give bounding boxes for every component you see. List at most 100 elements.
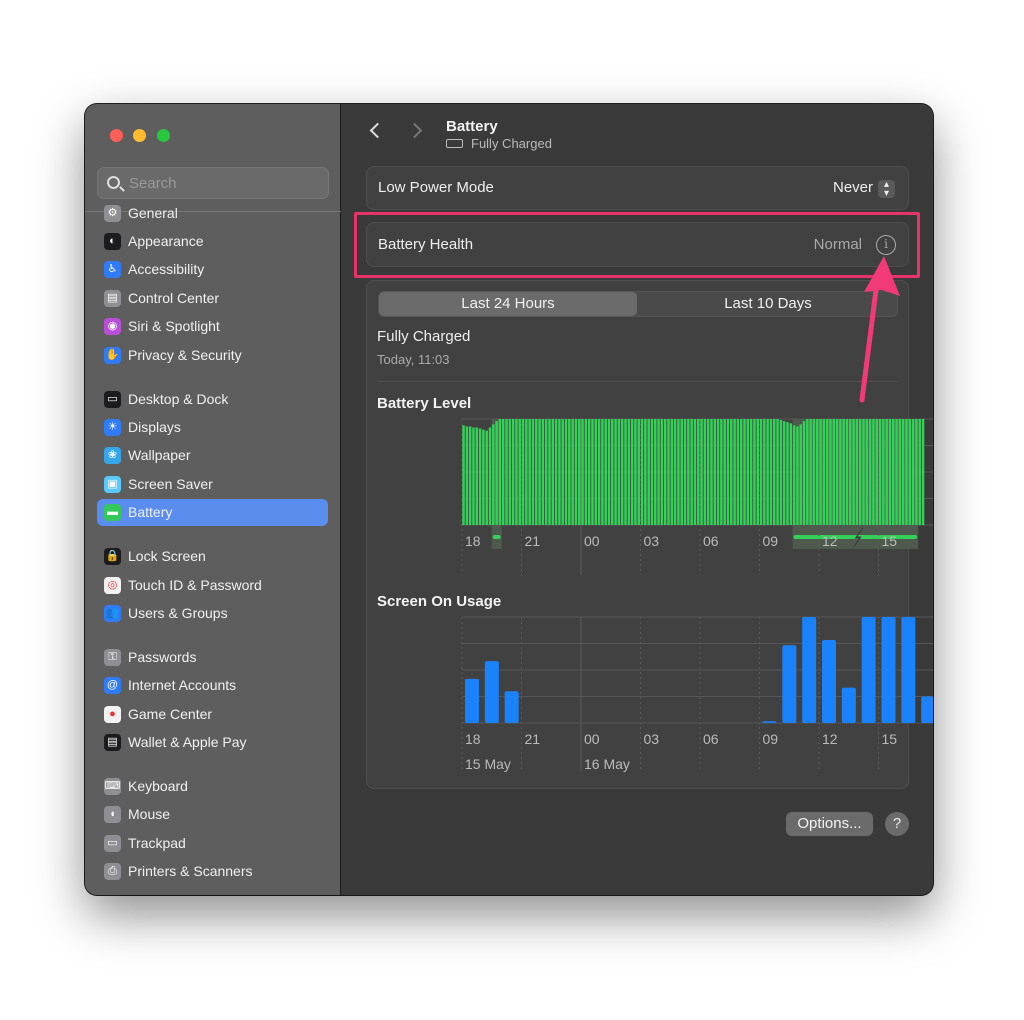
battery-bar: [736, 419, 740, 525]
usage-bar: [822, 639, 836, 723]
battery-bar: [505, 419, 508, 525]
sidebar-item-desktop-dock[interactable]: ▭ Desktop & Dock: [97, 386, 328, 413]
battery-bar: [858, 419, 862, 525]
sidebar-item-label: Battery: [128, 504, 173, 520]
sidebar-item-siri-spotlight[interactable]: ◉ Siri & Spotlight: [97, 313, 328, 340]
battery-bar: [620, 419, 624, 525]
sidebar-item-label: Touch ID & Password: [128, 577, 262, 593]
zoom-button[interactable]: [157, 129, 170, 142]
sidebar-item-displays[interactable]: ☀ Displays: [97, 414, 328, 441]
close-button[interactable]: [110, 129, 123, 142]
sidebar-item-label: Keyboard: [128, 778, 188, 794]
minimize-button[interactable]: [133, 129, 146, 142]
battery-bar: [802, 421, 806, 525]
battery-bar: [905, 419, 908, 525]
sidebar-item-general[interactable]: ⚙ General: [97, 200, 328, 227]
battery-bar: [531, 419, 535, 525]
usage-bar: [782, 645, 797, 723]
sidebar-item-privacy-security[interactable]: ✋ Privacy & Security: [97, 342, 328, 369]
battery-bar: [541, 419, 545, 525]
battery-bar: [753, 419, 756, 525]
sidebar-item-printers-scanners[interactable]: ⎙ Printers & Scanners: [97, 858, 328, 885]
battery-bar: [465, 426, 469, 525]
battery-bar: [558, 419, 561, 525]
sidebar-item-wallet-apple-pay[interactable]: ▤ Wallet & Apple Pay: [97, 729, 328, 756]
sidebar-item-label: Control Center: [128, 290, 220, 306]
battery-bar: [584, 419, 588, 525]
battery-bar: [842, 419, 845, 525]
battery-bar: [472, 427, 475, 525]
battery-bar: [574, 419, 578, 525]
battery-bar: [898, 419, 902, 525]
battery-bar: [468, 426, 472, 525]
battery-bar: [667, 419, 670, 525]
x-tick-label: 21: [524, 533, 541, 549]
battery-bar: [700, 419, 703, 525]
battery-bar: [911, 419, 915, 525]
battery-bar: [716, 419, 720, 525]
sidebar-item-wallpaper[interactable]: ❀ Wallpaper: [97, 442, 328, 469]
usage-bar: [762, 721, 777, 723]
battery-bar: [792, 425, 796, 525]
x-tick-label: 12: [822, 533, 838, 549]
sidebar-item-control-center[interactable]: ▤ Control Center: [97, 285, 328, 312]
sidebar-item-keyboard[interactable]: ⌨ Keyboard: [97, 773, 328, 800]
sidebar-item-trackpad[interactable]: ▭ Trackpad: [97, 830, 328, 857]
sidebar-item-screen-saver[interactable]: ▣ Screen Saver: [97, 471, 328, 498]
search-input[interactable]: Search: [97, 167, 329, 199]
battery-bar: [597, 419, 601, 525]
battery-bar: [892, 419, 895, 525]
battery-bar: [492, 424, 495, 525]
battery-bar: [647, 419, 650, 525]
keyboard-icon: ⌨: [104, 778, 121, 795]
battery-bar: [862, 419, 865, 525]
battery-bar: [872, 419, 875, 525]
battery-bar: [786, 422, 789, 525]
sidebar-item-label: Desktop & Dock: [128, 391, 229, 407]
battery-bar: [799, 424, 802, 525]
battery-bar: [713, 419, 717, 525]
battery-bar: [915, 419, 918, 525]
options-button[interactable]: Options...: [786, 812, 873, 836]
printers-scanners-icon: ⎙: [104, 863, 121, 880]
sidebar-item-passwords[interactable]: ⚿ Passwords: [97, 644, 328, 671]
battery-bar: [806, 419, 809, 525]
sidebar-item-accessibility[interactable]: ♿ Accessibility: [97, 256, 328, 283]
battery-bar: [888, 419, 892, 525]
battery-bar: [515, 419, 518, 525]
battery-bar: [683, 419, 687, 525]
date-label: 16 May: [584, 756, 630, 772]
lock-screen-icon: 🔒: [104, 548, 121, 565]
battery-bar: [901, 419, 905, 525]
battery-bar: [654, 419, 657, 525]
battery-bar: [825, 419, 829, 525]
battery-bar: [571, 419, 574, 525]
battery-bar: [766, 419, 769, 525]
sidebar-item-game-center[interactable]: ● Game Center: [97, 701, 328, 728]
sidebar-item-mouse[interactable]: ◖ Mouse: [97, 801, 328, 828]
battery-bar: [462, 425, 465, 525]
battery-bar: [875, 419, 878, 525]
search-placeholder: Search: [129, 175, 177, 192]
sidebar-item-users-groups[interactable]: 👥 Users & Groups: [97, 600, 328, 627]
battery-bar: [634, 419, 637, 525]
usage-bar: [484, 661, 499, 723]
x-tick-label: 00: [584, 731, 600, 747]
wallpaper-icon: ❀: [104, 447, 121, 464]
battery-bar: [673, 419, 677, 525]
help-button[interactable]: ?: [885, 812, 909, 836]
battery-bar: [677, 419, 680, 525]
battery-bar: [865, 419, 869, 525]
battery-bar: [663, 419, 667, 525]
sidebar-item-touch-id-password[interactable]: ◎ Touch ID & Password: [97, 572, 328, 599]
sidebar-item-label: Siri & Spotlight: [128, 318, 220, 334]
battery-bar: [776, 419, 779, 525]
sidebar-item-internet-accounts[interactable]: @ Internet Accounts: [97, 672, 328, 699]
sidebar-item-lock-screen[interactable]: 🔒 Lock Screen: [97, 543, 328, 570]
x-tick-label: 03: [643, 533, 660, 549]
sidebar-item-battery[interactable]: ▬ Battery: [97, 499, 328, 526]
battery-bar: [561, 419, 564, 525]
battery-bar: [518, 419, 521, 525]
battery-bar: [660, 419, 664, 525]
sidebar-item-appearance[interactable]: ◐ Appearance: [97, 228, 328, 255]
